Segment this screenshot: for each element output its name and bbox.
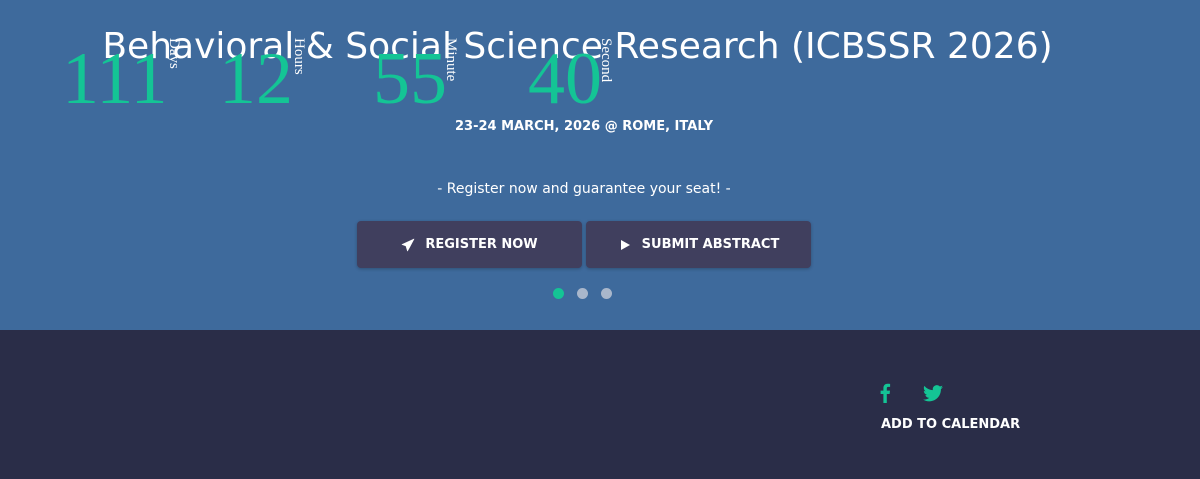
register-now-button[interactable]: REGISTER NOW bbox=[357, 221, 582, 268]
countdown-second-label: Second bbox=[598, 38, 614, 83]
carousel-indicators bbox=[553, 288, 612, 299]
countdown-second-value: 40 bbox=[528, 38, 602, 120]
paper-plane-icon bbox=[401, 238, 415, 252]
countdown-minute-label: Minute bbox=[443, 38, 459, 82]
carousel-dot-2[interactable] bbox=[577, 288, 588, 299]
social-share-icons bbox=[875, 383, 943, 403]
countdown-hours-label: Hours bbox=[291, 38, 307, 75]
countdown-days-label: Days bbox=[166, 38, 182, 69]
countdown-minute-value: 55 bbox=[373, 38, 447, 120]
carousel-dot-1[interactable] bbox=[553, 288, 564, 299]
submit-abstract-label: SUBMIT ABSTRACT bbox=[641, 237, 780, 252]
countdown-hours-value: 12 bbox=[219, 38, 293, 120]
twitter-icon[interactable] bbox=[923, 383, 943, 403]
register-tagline: - Register now and guarantee your seat! … bbox=[437, 181, 731, 197]
carousel-dot-3[interactable] bbox=[601, 288, 612, 299]
play-icon bbox=[618, 238, 632, 252]
register-now-label: REGISTER NOW bbox=[425, 237, 538, 252]
countdown-bar bbox=[0, 330, 1200, 479]
add-to-calendar-link[interactable]: ADD TO CALENDAR bbox=[881, 417, 1020, 432]
submit-abstract-button[interactable]: SUBMIT ABSTRACT bbox=[586, 221, 811, 268]
facebook-icon[interactable] bbox=[875, 383, 895, 403]
countdown-days-value: 111 bbox=[62, 38, 168, 120]
